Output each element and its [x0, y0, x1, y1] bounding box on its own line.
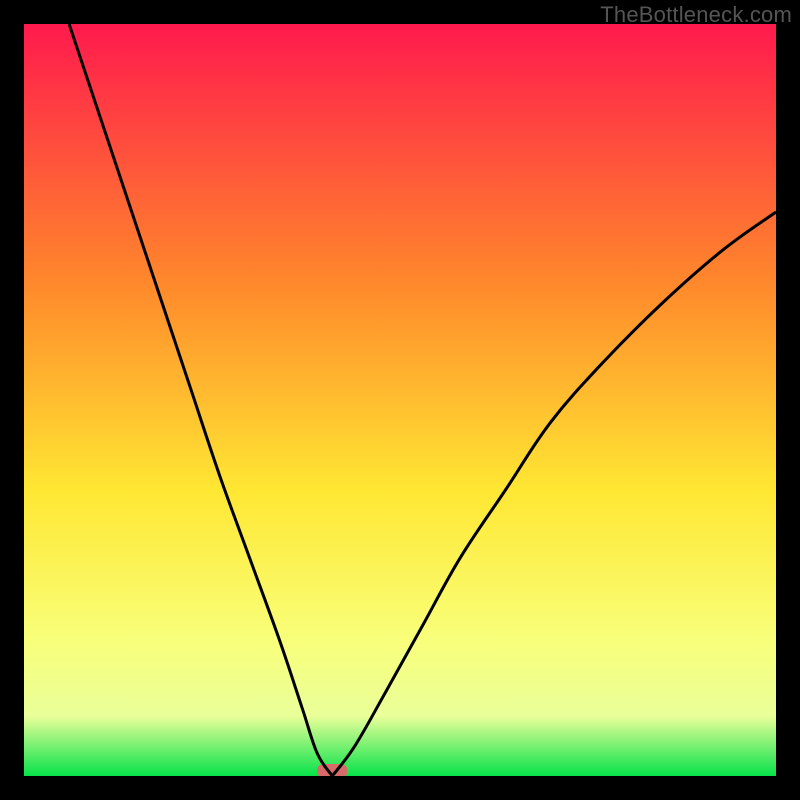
chart-frame: [24, 24, 776, 776]
bottleneck-chart: [24, 24, 776, 776]
